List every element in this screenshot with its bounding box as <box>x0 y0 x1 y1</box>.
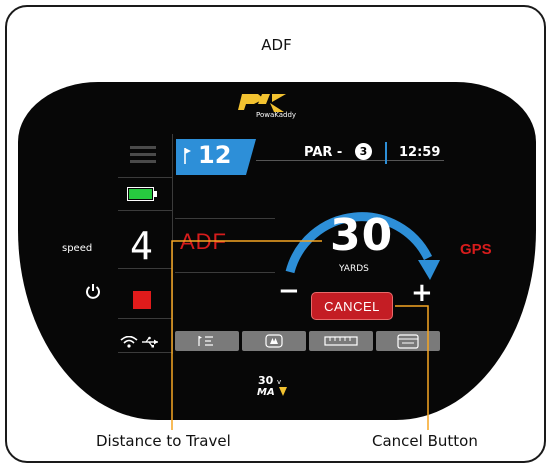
distance-callout-line <box>171 240 322 430</box>
callout-lines <box>171 240 429 430</box>
distance-callout-label: Distance to Travel <box>96 432 231 450</box>
cancel-callout-label: Cancel Button <box>372 432 478 450</box>
cancel-callout-line <box>395 305 429 430</box>
